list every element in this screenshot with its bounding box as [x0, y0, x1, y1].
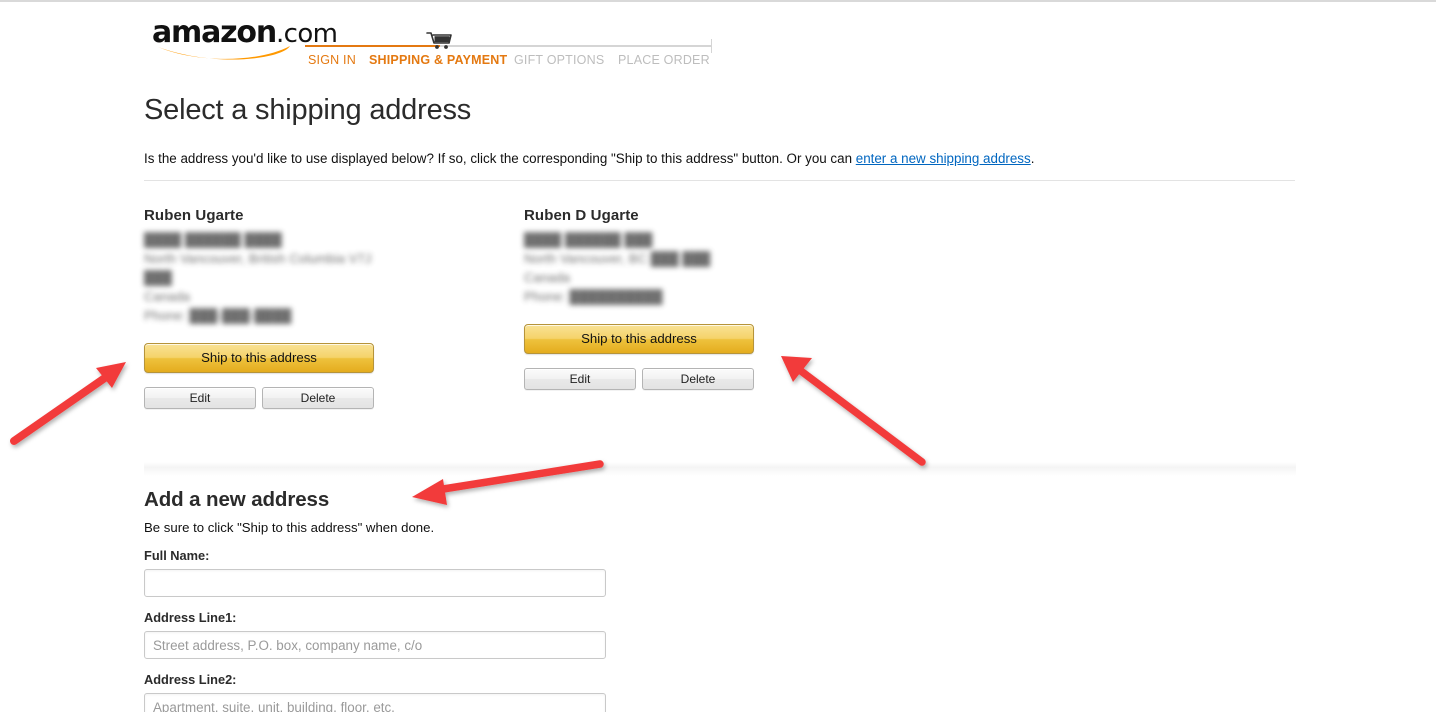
- intro-text: Is the address you'd like to use display…: [144, 150, 1296, 167]
- page-top-divider: [0, 0, 1436, 2]
- checkout-progress-bar: SIGN IN SHIPPING & PAYMENT GIFT OPTIONS …: [305, 31, 875, 71]
- address-line: Canada: [524, 270, 571, 285]
- site-header: amazon.com SIGN IN SHIPPING & PAYMENT GI…: [144, 14, 1304, 67]
- progress-line-completed: [305, 45, 440, 47]
- address-line: Phone: ███-███-████: [144, 308, 292, 323]
- address-line: ███: [144, 270, 172, 285]
- section-divider-band: [144, 462, 1296, 476]
- address-actions: Edit Delete: [144, 387, 504, 409]
- step-gift-options[interactable]: GIFT OPTIONS: [514, 53, 604, 67]
- saved-addresses-list: Ruben Ugarte ████ ██████ ████ North Vanc…: [144, 207, 1296, 409]
- enter-new-shipping-address-link[interactable]: enter a new shipping address: [856, 151, 1031, 166]
- delete-address-button[interactable]: Delete: [642, 368, 754, 390]
- edit-address-button[interactable]: Edit: [524, 368, 636, 390]
- address-actions: Edit Delete: [524, 368, 884, 390]
- address-line2-field-group: Address Line2:: [144, 672, 844, 712]
- page-title: Select a shipping address: [144, 94, 472, 126]
- shopping-cart-icon: [426, 32, 452, 49]
- address-details: ████ ██████ ████ North Vancouver, Britis…: [144, 230, 504, 325]
- address-details: ████ ██████ ███ North Vancouver, BC ███ …: [524, 230, 884, 306]
- ship-to-this-address-button[interactable]: Ship to this address: [144, 343, 374, 373]
- arrow-to-ship-address-1: [10, 362, 126, 445]
- intro-text-before: Is the address you'd like to use display…: [144, 151, 856, 166]
- main-content: Select a shipping address Is the address…: [144, 92, 1296, 409]
- full-name-input[interactable]: [144, 569, 606, 597]
- content-divider: [144, 180, 1295, 181]
- address-line: North Vancouver, BC ███ ███: [524, 251, 711, 266]
- address-line2-input[interactable]: [144, 693, 606, 712]
- address-line1-input[interactable]: [144, 631, 606, 659]
- address-line2-label: Address Line2:: [144, 672, 237, 687]
- add-new-address-title: Add a new address: [144, 488, 330, 511]
- address-card: Ruben Ugarte ████ ██████ ████ North Vanc…: [144, 207, 504, 409]
- address-card: Ruben D Ugarte ████ ██████ ███ North Van…: [524, 207, 884, 390]
- step-place-order[interactable]: PLACE ORDER: [618, 53, 710, 67]
- ship-to-this-address-button[interactable]: Ship to this address: [524, 324, 754, 354]
- amazon-smile-icon: [158, 46, 290, 60]
- address-line: Phone: ██████████: [524, 289, 663, 304]
- address-line: ████ ██████ ████: [144, 232, 282, 247]
- step-sign-in[interactable]: SIGN IN: [308, 53, 356, 67]
- address-name: Ruben Ugarte: [144, 207, 244, 224]
- address-line1-label: Address Line1:: [144, 610, 237, 625]
- add-new-address-section: Add a new address Be sure to click "Ship…: [144, 488, 844, 712]
- step-shipping-and-payment[interactable]: SHIPPING & PAYMENT: [369, 53, 507, 67]
- progress-line-remaining: [440, 45, 712, 47]
- intro-text-after: .: [1030, 151, 1035, 166]
- address-line: North Vancouver, British Columbia V7J: [144, 251, 372, 266]
- full-name-label: Full Name:: [144, 548, 210, 563]
- address-name: Ruben D Ugarte: [524, 207, 639, 224]
- full-name-field-group: Full Name:: [144, 548, 844, 597]
- checkout-page: amazon.com SIGN IN SHIPPING & PAYMENT GI…: [0, 0, 1436, 712]
- address-line: ████ ██████ ███: [524, 232, 653, 247]
- amazon-logo[interactable]: amazon.com: [152, 18, 338, 62]
- progress-end-cap: [711, 39, 712, 53]
- checkout-steps: SIGN IN SHIPPING & PAYMENT GIFT OPTIONS …: [305, 53, 875, 71]
- edit-address-button[interactable]: Edit: [144, 387, 256, 409]
- add-new-address-subtitle: Be sure to click "Ship to this address" …: [144, 520, 435, 535]
- address-line: Canada: [144, 289, 191, 304]
- delete-address-button[interactable]: Delete: [262, 387, 374, 409]
- address-line1-field-group: Address Line1:: [144, 610, 844, 659]
